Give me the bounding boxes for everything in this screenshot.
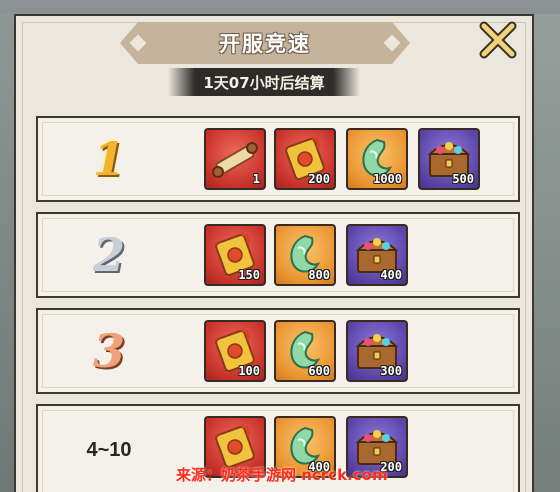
banner-diamond-right [384, 35, 401, 52]
item-quantity: 150 [238, 268, 260, 282]
banner-diamond-left [130, 35, 147, 52]
panel-title: 开服竞速 [219, 32, 311, 56]
title-banner: 开服竞速 [120, 22, 410, 64]
rank-badge: 2 [62, 214, 156, 296]
item-quantity: 300 [380, 364, 402, 378]
item-quantity: 1000 [373, 172, 402, 186]
close-x-icon [479, 21, 517, 59]
rank-badge: 1 [62, 118, 156, 200]
rank-number: 1 [92, 132, 125, 186]
rank-range-text: 4~10 [86, 438, 132, 461]
treasure-chest-item[interactable]: 300 [346, 320, 408, 382]
item-quantity: 400 [380, 268, 402, 282]
item-quantity: 800 [308, 268, 330, 282]
red-envelope-item[interactable]: 100 [204, 320, 266, 382]
background-right [534, 0, 560, 492]
rank-number: 2 [92, 228, 125, 282]
item-quantity: 500 [452, 172, 474, 186]
rank-badge: 3 [62, 310, 156, 392]
red-envelope-item[interactable]: 150 [204, 224, 266, 286]
jade-item[interactable]: 600 [274, 320, 336, 382]
item-quantity: 1 [252, 172, 260, 186]
close-button[interactable] [476, 18, 520, 62]
background-left [0, 0, 14, 492]
countdown-bar: 1天07小时后结算 [168, 68, 360, 96]
item-quantity: 100 [238, 364, 260, 378]
item-quantity: 600 [308, 364, 330, 378]
watermark-text: 来源：奶茶手游网 ncrck.com [176, 466, 388, 484]
jade-item[interactable]: 1000 [346, 128, 408, 190]
red-envelope-item[interactable]: 200 [274, 128, 336, 190]
treasure-chest-item[interactable]: 400 [346, 224, 408, 286]
countdown-text: 1天07小时后结算 [203, 73, 325, 92]
rank-badge: 4~10 [62, 406, 156, 492]
background-top [0, 0, 560, 14]
item-quantity: 200 [308, 172, 330, 186]
rank-number: 3 [92, 324, 125, 378]
treasure-chest-item[interactable]: 500 [418, 128, 480, 190]
jade-item[interactable]: 800 [274, 224, 336, 286]
scroll-item[interactable]: 1 [204, 128, 266, 190]
